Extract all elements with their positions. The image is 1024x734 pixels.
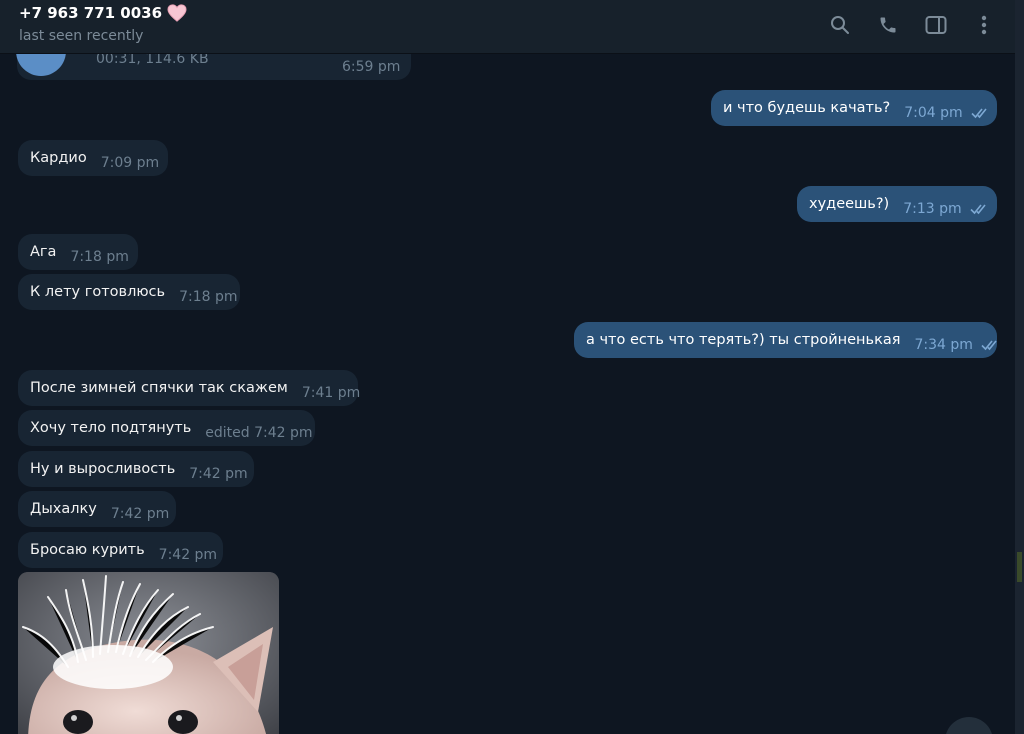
sidebar-toggle-icon[interactable] [923,12,949,38]
message-text: После зимней спячки так скажем [30,380,288,396]
message-bubble-incoming[interactable]: Ну и выросливость 7:42 pm [18,451,254,487]
message-bubble-incoming[interactable]: Дыхалку 7:42 pm [18,491,176,527]
message-text: Ага [30,244,57,260]
message-text: Хочу тело подтянуть [30,420,192,436]
dog-photo-image [18,572,279,734]
message-bubble-outgoing[interactable]: худеешь?) 7:13 pm [797,186,997,222]
message-time: 6:59 pm [342,59,401,75]
message-bubble-incoming[interactable]: К лету готовлюсь 7:18 pm [18,274,240,310]
scroll-to-bottom-button[interactable] [945,717,993,734]
message-text: Бросаю курить [30,542,145,558]
search-icon[interactable] [827,12,853,38]
message-time: 7:13 pm [903,201,962,217]
chat-header: +7 963 771 0036 last seen recently [0,0,1015,54]
message-time: edited 7:42 pm [205,425,313,441]
message-time: 7:04 pm [904,105,963,121]
message-time: 7:42 pm [158,547,218,563]
message-text: Ну и выросливость [30,461,176,477]
message-text: Кардио [30,150,87,166]
message-time: 7:42 pm [189,466,248,482]
contact-status: last seen recently [19,28,144,44]
message-time: 7:18 pm [70,249,129,265]
read-checkmarks-icon [971,107,991,119]
phone-icon[interactable] [875,12,901,38]
message-text: К лету готовлюсь [30,284,166,300]
message-text: а что есть что терять?) ты стройненькая [586,332,901,348]
read-checkmarks-icon [981,339,1001,351]
message-bubble-incoming[interactable]: Ага 7:18 pm [18,234,138,270]
message-bubble-incoming[interactable]: Кардио 7:09 pm [18,140,168,176]
message-time: 7:09 pm [100,155,160,171]
message-bubble-outgoing[interactable]: а что есть что терять?) ты стройненькая … [574,322,997,358]
window-edge [1015,0,1024,734]
photo-message[interactable] [18,572,279,734]
audio-meta: 00:31, 114.6 KB [96,54,209,67]
message-bubble-incoming[interactable]: После зимней спячки так скажем 7:41 pm [18,370,361,406]
message-text: Дыхалку [30,501,97,517]
message-bubble-incoming[interactable]: Бросаю курить 7:42 pm [18,532,223,568]
heart-emoji-icon [167,4,187,22]
message-time: 7:41 pm [301,385,361,401]
contact-title[interactable]: +7 963 771 0036 [19,4,187,22]
message-text: худеешь?) [809,196,890,212]
message-text: и что будешь качать? [723,100,891,116]
message-time: 7:18 pm [179,289,238,305]
contact-name[interactable]: +7 963 771 0036 [19,4,162,22]
message-time: 7:42 pm [110,506,170,522]
message-bubble-outgoing[interactable]: и что будешь качать? 7:04 pm [711,90,997,126]
read-checkmarks-icon [970,203,990,215]
message-bubble-incoming[interactable]: Хочу тело подтянуть edited 7:42 pm [18,410,315,446]
more-vertical-icon[interactable] [971,12,997,38]
message-list[interactable]: 00:31, 114.6 KB 6:59 pm и что будешь кач… [0,54,1015,734]
message-time: 7:34 pm [914,337,973,353]
